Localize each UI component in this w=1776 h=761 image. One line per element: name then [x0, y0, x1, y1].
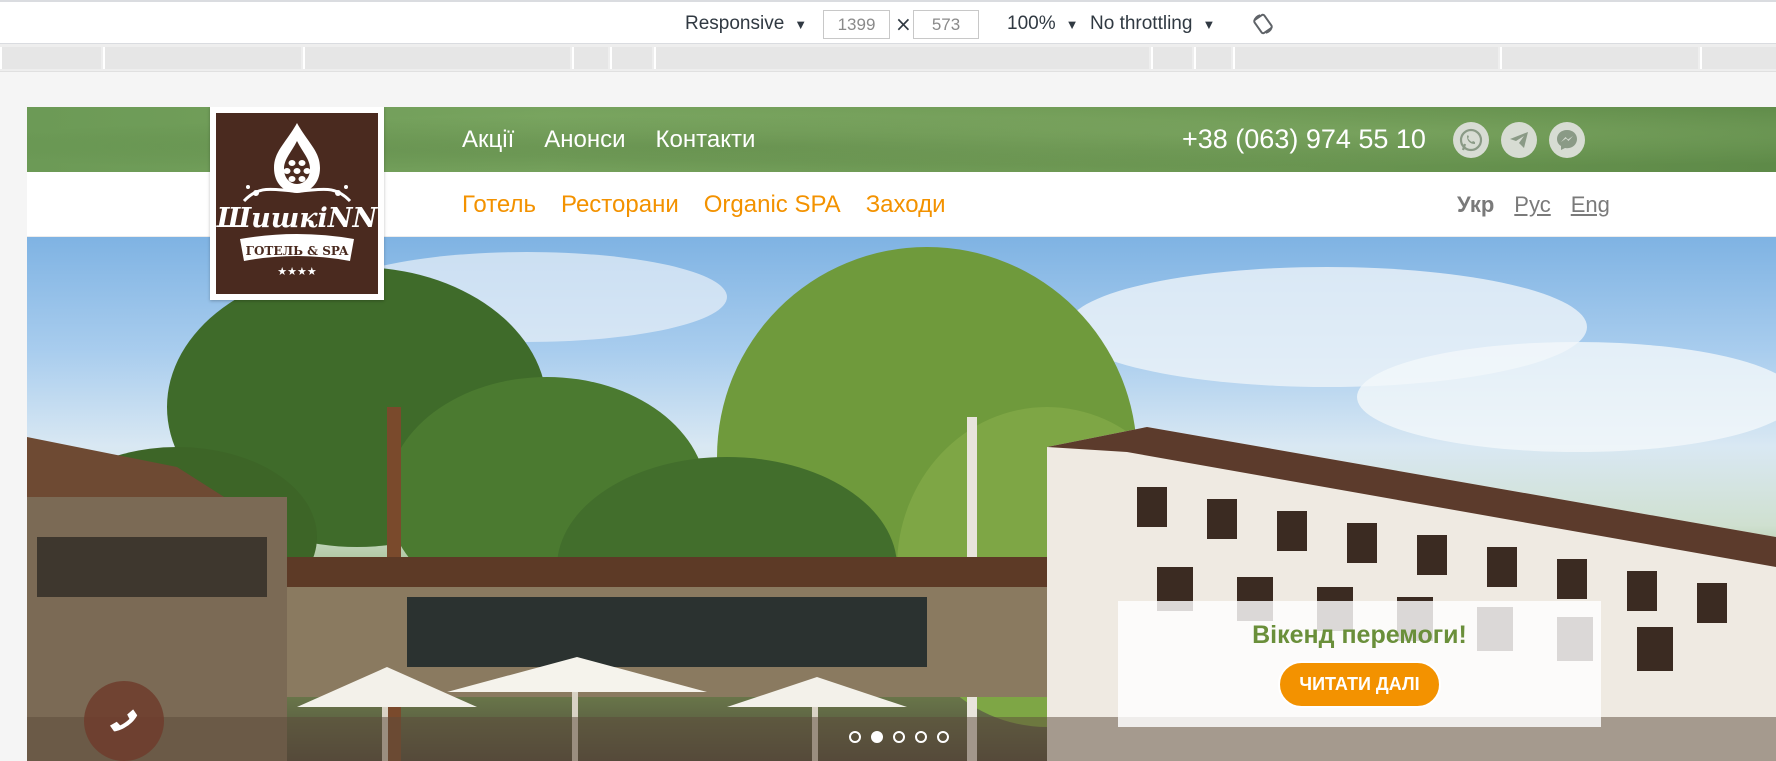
slider-dot-active[interactable] — [871, 731, 883, 743]
lang-ukr[interactable]: Укр — [1457, 192, 1494, 218]
main-nav: Готель Ресторани Organic SPA Заходи — [462, 172, 946, 237]
phone-number[interactable]: +38 (063) 974 55 10 — [1182, 107, 1426, 172]
slider-dot[interactable] — [893, 731, 905, 743]
logo-image: ШишкіNN ГОТЕЛЬ & SPA ★★★★ — [216, 123, 378, 278]
nav-link-restaurants[interactable]: Ресторани — [561, 191, 679, 219]
promo-title: Вікенд перемоги! — [1252, 621, 1467, 649]
slider-dots — [849, 731, 949, 743]
throttling-label: No throttling — [1090, 13, 1193, 34]
device-select[interactable]: Responsive ▼ — [685, 2, 807, 46]
width-input[interactable]: 1399 — [823, 10, 890, 39]
zoom-select[interactable]: 100% ▼ — [1007, 2, 1078, 46]
zoom-label: 100% — [1007, 13, 1056, 34]
nav-link-spa[interactable]: Organic SPA — [704, 191, 841, 219]
logo-subtitle: ГОТЕЛЬ & SPA — [246, 244, 349, 258]
language-switcher: Укр Рус Eng — [1457, 172, 1610, 237]
logo-stars: ★★★★ — [277, 265, 317, 278]
read-more-button[interactable]: ЧИТАТИ ДАЛІ — [1278, 661, 1441, 708]
ruler-segment[interactable] — [1233, 47, 1498, 69]
hero-slider[interactable]: Вікенд перемоги! ЧИТАТИ ДАЛІ — [27, 237, 1776, 761]
ruler-segment[interactable] — [1151, 47, 1192, 69]
nav-link-contacts[interactable]: Контакти — [656, 126, 756, 154]
nav-link-events[interactable]: Заходи — [866, 191, 946, 219]
website-viewport: Акції Анонси Контакти +38 (063) 974 55 1… — [27, 107, 1776, 761]
device-toolbar: Responsive ▼ 1399 × 573 100% ▼ No thrott… — [0, 0, 1776, 44]
throttling-select[interactable]: No throttling ▼ — [1090, 2, 1215, 46]
lang-eng[interactable]: Eng — [1571, 192, 1610, 218]
messenger-icon[interactable] — [1549, 122, 1585, 158]
rotate-icon[interactable] — [1252, 13, 1274, 35]
phone-icon — [109, 709, 138, 732]
dropdown-arrow-icon: ▼ — [1202, 16, 1216, 32]
media-query-ruler[interactable] — [0, 44, 1776, 72]
ruler-segment[interactable] — [1500, 47, 1698, 69]
dropdown-arrow-icon: ▼ — [794, 16, 808, 32]
nav-link-announcements[interactable]: Анонси — [544, 126, 625, 154]
slider-dot[interactable] — [937, 731, 949, 743]
ruler-segment[interactable] — [654, 47, 1149, 69]
logo-name: ШишкіNN — [216, 203, 378, 234]
ruler-segment[interactable] — [572, 47, 608, 69]
ruler-segment[interactable] — [610, 47, 652, 69]
site-logo[interactable]: ШишкіNN ГОТЕЛЬ & SPA ★★★★ — [210, 107, 384, 300]
top-nav: Акції Анонси Контакти — [462, 107, 755, 172]
ruler-segment[interactable] — [303, 47, 570, 69]
ruler-segment[interactable] — [1700, 47, 1776, 69]
promo-card: Вікенд перемоги! ЧИТАТИ ДАЛІ — [1118, 601, 1601, 727]
dimension-separator: × — [895, 12, 912, 36]
ruler-segment[interactable] — [0, 47, 101, 69]
ruler-segment[interactable] — [1194, 47, 1231, 69]
slider-dot[interactable] — [915, 731, 927, 743]
telegram-icon[interactable] — [1501, 122, 1537, 158]
dropdown-arrow-icon: ▼ — [1065, 16, 1079, 32]
whatsapp-icon[interactable] — [1453, 122, 1489, 158]
nav-link-hotel[interactable]: Готель — [462, 191, 536, 219]
nav-link-promotions[interactable]: Акції — [462, 126, 514, 154]
lang-rus[interactable]: Рус — [1514, 192, 1550, 218]
device-label: Responsive — [685, 13, 785, 34]
call-button[interactable] — [84, 681, 164, 761]
slider-dot[interactable] — [849, 731, 861, 743]
logo-badge: ШишкіNN ГОТЕЛЬ & SPA ★★★★ — [216, 113, 378, 294]
ruler-segment[interactable] — [103, 47, 301, 69]
height-input[interactable]: 573 — [913, 10, 979, 39]
